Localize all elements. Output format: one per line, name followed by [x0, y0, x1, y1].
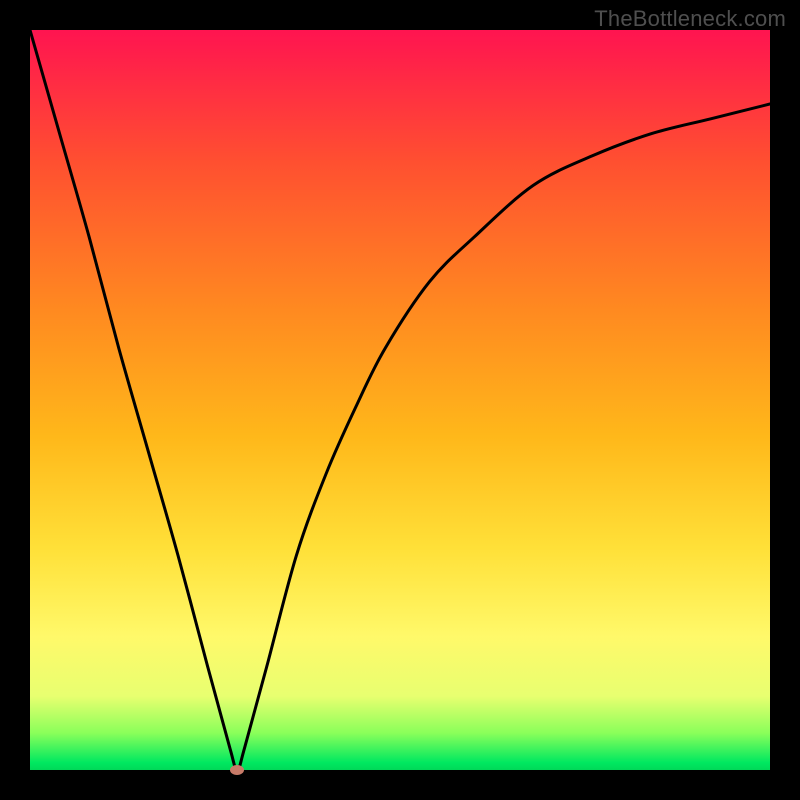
attribution-text: TheBottleneck.com	[594, 6, 786, 32]
plot-area	[30, 30, 770, 770]
curve-path	[30, 30, 770, 770]
optimal-point-marker	[230, 765, 244, 775]
chart-frame: TheBottleneck.com	[0, 0, 800, 800]
bottleneck-curve	[30, 30, 770, 770]
